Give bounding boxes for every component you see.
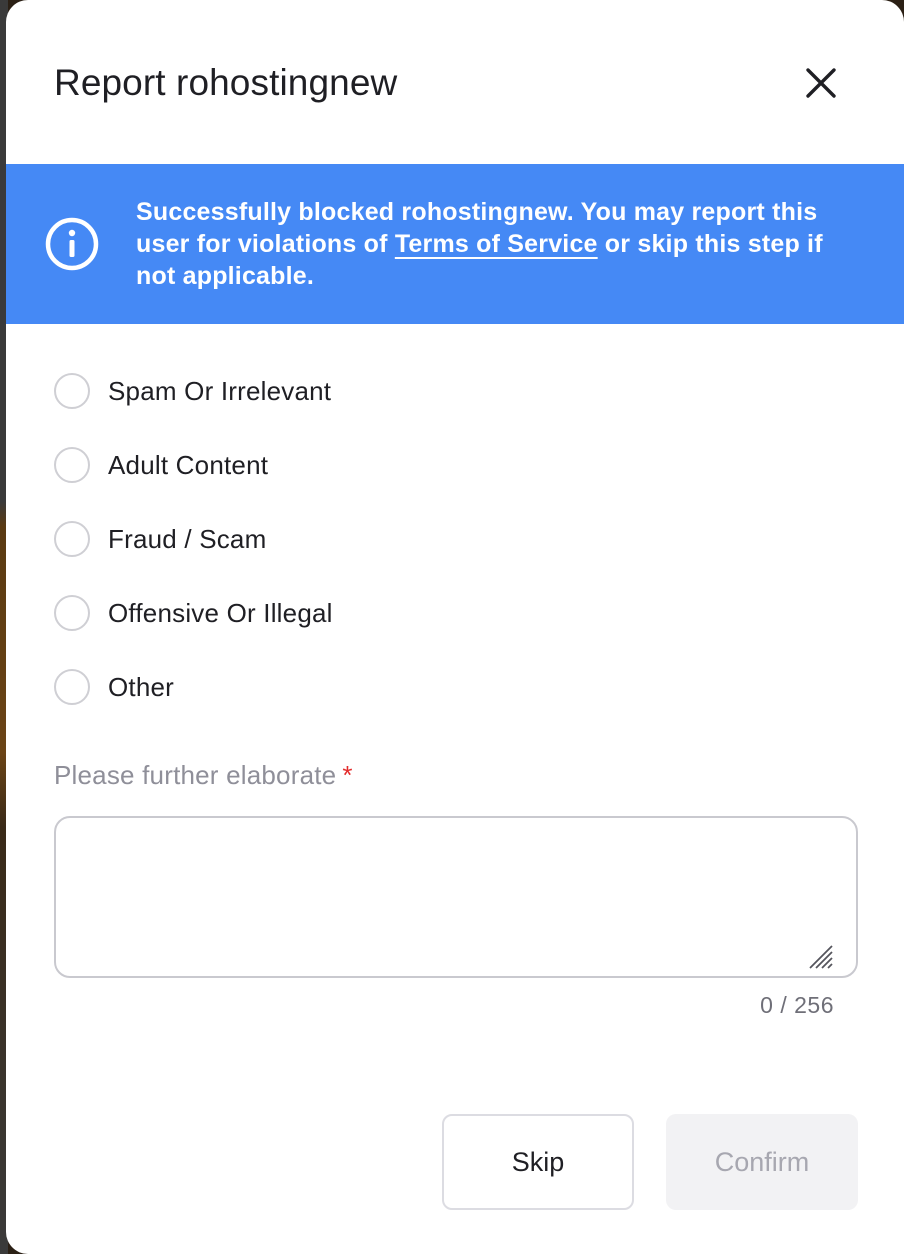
reason-label: Other <box>108 671 175 702</box>
skip-button[interactable]: Skip <box>442 1114 634 1210</box>
report-reason-radio-group: Spam Or Irrelevant Adult Content Fraud /… <box>54 354 854 724</box>
elaborate-label: Please further elaborate * <box>54 760 353 791</box>
close-button[interactable] <box>796 58 846 108</box>
reason-label: Adult Content <box>108 449 269 480</box>
reason-label: Offensive Or Illegal <box>108 597 333 628</box>
reason-option-fraud-scam[interactable]: Fraud / Scam <box>54 502 854 576</box>
report-dialog: Report rohostingnew Successfully blocked… <box>6 0 904 1254</box>
terms-of-service-link[interactable]: Terms of Service <box>395 230 598 258</box>
radio-button[interactable] <box>54 521 90 557</box>
banner-message: Successfully blocked rohostingnew. You m… <box>136 196 866 292</box>
close-icon <box>806 68 836 98</box>
elaborate-label-text: Please further elaborate <box>54 760 337 790</box>
info-circle-icon <box>45 217 99 271</box>
character-counter: 0 / 256 <box>760 992 834 1018</box>
dialog-title: Report rohostingnew <box>54 62 398 103</box>
resize-handle-icon[interactable] <box>808 944 834 970</box>
elaborate-textarea-container <box>54 816 858 978</box>
confirm-button[interactable]: Confirm <box>666 1114 858 1210</box>
reason-option-other[interactable]: Other <box>54 650 854 724</box>
radio-button[interactable] <box>54 669 90 705</box>
required-asterisk: * <box>342 760 353 790</box>
reason-option-offensive-illegal[interactable]: Offensive Or Illegal <box>54 576 854 650</box>
info-banner: Successfully blocked rohostingnew. You m… <box>6 164 904 324</box>
reason-label: Fraud / Scam <box>108 523 267 554</box>
elaborate-textarea[interactable] <box>56 818 856 976</box>
reason-label: Spam Or Irrelevant <box>108 375 332 406</box>
reason-option-spam[interactable]: Spam Or Irrelevant <box>54 354 854 428</box>
reason-option-adult-content[interactable]: Adult Content <box>54 428 854 502</box>
dialog-header: Report rohostingnew <box>6 0 904 164</box>
radio-button[interactable] <box>54 447 90 483</box>
radio-button[interactable] <box>54 373 90 409</box>
radio-button[interactable] <box>54 595 90 631</box>
